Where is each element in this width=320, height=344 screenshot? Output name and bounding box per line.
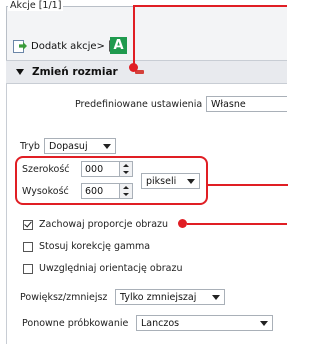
panel-legend: Akcje [1/1]: [8, 0, 64, 11]
annotation-line: [133, 5, 287, 7]
orientation-checkbox[interactable]: [23, 264, 33, 274]
enlarge-select[interactable]: Tylko zmniejszaj: [115, 289, 225, 305]
mode-label: Tryb: [20, 141, 40, 152]
preset-value: Własne: [211, 99, 246, 110]
annotation-line: [187, 223, 287, 225]
keep-ratio-checkbox[interactable]: [23, 219, 33, 230]
mode-value: Dopasuj: [49, 141, 88, 152]
preset-label: Predefiniowane ustawienia: [75, 99, 203, 110]
annotation-line: [133, 6, 135, 64]
section-header[interactable]: Zmień rozmiar: [6, 61, 287, 84]
resample-select[interactable]: Lanczos: [136, 315, 273, 331]
enlarge-value: Tylko zmniejszaj: [120, 292, 197, 303]
keep-ratio-label: Zachowaj proporcje obrazu: [39, 219, 169, 230]
section-body: [6, 84, 287, 344]
document-add-icon: [12, 39, 28, 53]
section-title: Zmień rozmiar: [32, 66, 118, 78]
highlight-size-box: [15, 156, 208, 205]
add-action-button[interactable]: Dodatk akcje>: [12, 38, 116, 54]
gamma-label: Stosuj korekcję gamma: [39, 241, 151, 252]
gamma-checkbox[interactable]: [23, 242, 33, 252]
collapse-triangle-icon[interactable]: [16, 69, 24, 75]
enlarge-label: Powiększ/zmniejsz: [20, 292, 108, 303]
annotation-badge-a: A: [110, 37, 127, 54]
dropdown-arrow-icon: [212, 295, 220, 300]
annotation-dot: [129, 63, 138, 72]
dropdown-arrow-icon: [103, 144, 111, 149]
preset-select[interactable]: Własne: [206, 96, 287, 112]
annotation-dot: [178, 219, 187, 228]
resample-label: Ponowne próbkowanie: [22, 318, 129, 329]
resample-value: Lanczos: [141, 318, 180, 329]
add-action-label: Dodatk akcje>: [31, 40, 105, 52]
dropdown-arrow-icon: [260, 321, 268, 326]
orientation-label: Uwzględniaj orientację obrazu: [39, 263, 183, 274]
mode-select[interactable]: Dopasuj: [44, 138, 116, 154]
annotation-line: [208, 184, 288, 186]
